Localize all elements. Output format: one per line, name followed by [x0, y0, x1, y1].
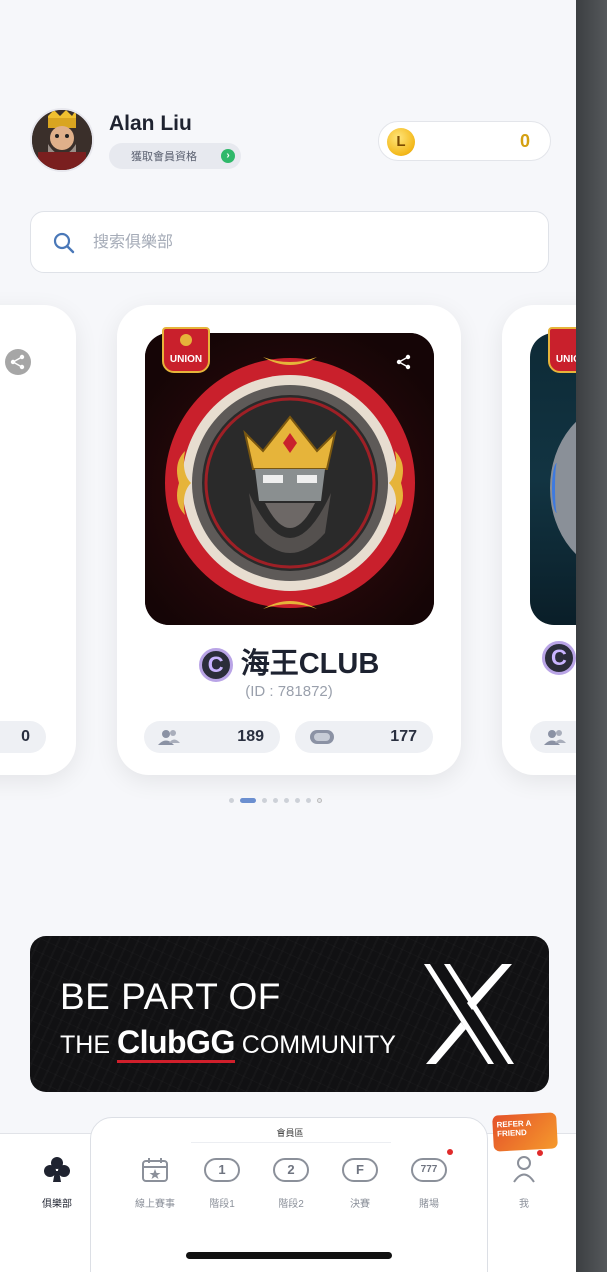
table-count-value: 177 — [390, 728, 417, 745]
share-icon[interactable] — [5, 349, 31, 375]
nav-stage2-label: 階段2 — [278, 1199, 304, 1210]
stage-2-icon: 2 — [273, 1158, 309, 1182]
person-icon — [513, 1156, 535, 1183]
member-count — [530, 721, 576, 753]
nav-final-label: 決賽 — [350, 1199, 370, 1210]
clubgg-logo: ClubGG — [116, 1024, 235, 1063]
club-type-icon: C — [542, 641, 576, 675]
club-type-icon: C — [198, 648, 233, 683]
coin-balance[interactable]: L 0 — [378, 121, 551, 161]
union-label: UNION — [555, 354, 576, 365]
club-card-prev[interactable]: 0 — [0, 305, 76, 775]
banner-line2: THE ClubGG COMMUNITY — [60, 1024, 396, 1063]
nav-casino-label: 賭場 — [419, 1199, 439, 1210]
member-area-title: 會員區 — [276, 1128, 304, 1138]
glow-arc-icon — [552, 463, 562, 513]
page-dot[interactable] — [306, 797, 311, 803]
username: Alan Liu — [109, 112, 192, 135]
member-count-value: 189 — [237, 728, 264, 745]
union-label: UNION — [169, 354, 203, 365]
club-image — [145, 333, 434, 625]
club-name-text: 海王CLUB — [240, 648, 380, 680]
page-dot[interactable] — [262, 797, 267, 803]
club-image — [0, 333, 58, 625]
banner-line2-pre: THE — [60, 1031, 110, 1059]
page-dot[interactable] — [295, 797, 300, 803]
union-badge: UNION — [162, 327, 210, 373]
nav-me-label: 我 — [519, 1199, 529, 1210]
member-count: 189 — [144, 721, 280, 753]
calendar-star-icon — [142, 1158, 168, 1182]
table-count-value: 0 — [21, 728, 30, 745]
club-name: C 海王CLUB — [117, 640, 461, 683]
membership-label: 獲取會員資格 — [131, 151, 197, 163]
divider — [191, 1142, 391, 1143]
search-input[interactable] — [93, 228, 513, 258]
membership-button[interactable]: 獲取會員資格 › — [109, 143, 241, 169]
stage-1-icon: 1 — [204, 1158, 240, 1182]
banner-line1: BE PART OF — [60, 976, 281, 1017]
background-edge — [576, 0, 607, 1272]
club-image — [530, 333, 576, 625]
notification-dot — [537, 1150, 543, 1156]
notification-dot — [447, 1149, 453, 1155]
club-card[interactable]: UNION C 海王CLUB (ID : 781872) 189 177 — [117, 305, 461, 775]
coin-icon: L — [387, 128, 415, 156]
community-banner[interactable]: BE PART OF THE ClubGG COMMUNITY — [30, 936, 549, 1092]
union-emblem-icon — [180, 334, 192, 346]
banner-line2-post: COMMUNITY — [241, 1031, 396, 1059]
king-avatar-icon — [32, 110, 92, 170]
page-dot[interactable] — [229, 797, 234, 803]
nav-stage1-label: 階段1 — [209, 1199, 235, 1210]
members-icon — [544, 730, 566, 745]
x-logo-icon — [424, 964, 514, 1064]
final-icon: F — [342, 1158, 378, 1182]
club-card-next[interactable]: UNION C — [502, 305, 576, 775]
chevron-right-icon: › — [221, 149, 235, 163]
union-badge: UNION — [548, 327, 576, 373]
nav-clubs-label: 俱樂部 — [42, 1199, 72, 1210]
club-logo-icon — [145, 333, 434, 625]
table-count: 0 — [0, 721, 46, 753]
search-box[interactable] — [30, 211, 549, 273]
refer-friend-button[interactable]: REFER A FRIEND — [492, 1112, 558, 1152]
home-indicator[interactable] — [186, 1252, 392, 1259]
poker-table-icon — [310, 730, 334, 744]
slot-icon: 777 — [411, 1158, 447, 1182]
share-icon[interactable] — [391, 349, 417, 375]
coin-value: 0 — [519, 131, 530, 151]
club-suit-icon — [44, 1157, 70, 1182]
app-screen: Alan Liu 獲取會員資格 › L 0 0 — [0, 0, 576, 1272]
search-icon — [53, 232, 75, 254]
page-dot[interactable] — [273, 797, 278, 803]
page-dot[interactable] — [284, 797, 289, 803]
members-icon — [158, 730, 180, 745]
page-dot-active[interactable] — [240, 797, 256, 803]
refer-line2: FRIEND — [496, 1127, 528, 1139]
page-dot[interactable] — [317, 797, 322, 803]
club-id: (ID : 781872) — [245, 683, 333, 700]
table-count: 177 — [295, 721, 433, 753]
avatar[interactable] — [30, 108, 94, 172]
carousel-pagination — [229, 796, 322, 804]
nav-online-events-label: 線上賽事 — [135, 1199, 175, 1210]
